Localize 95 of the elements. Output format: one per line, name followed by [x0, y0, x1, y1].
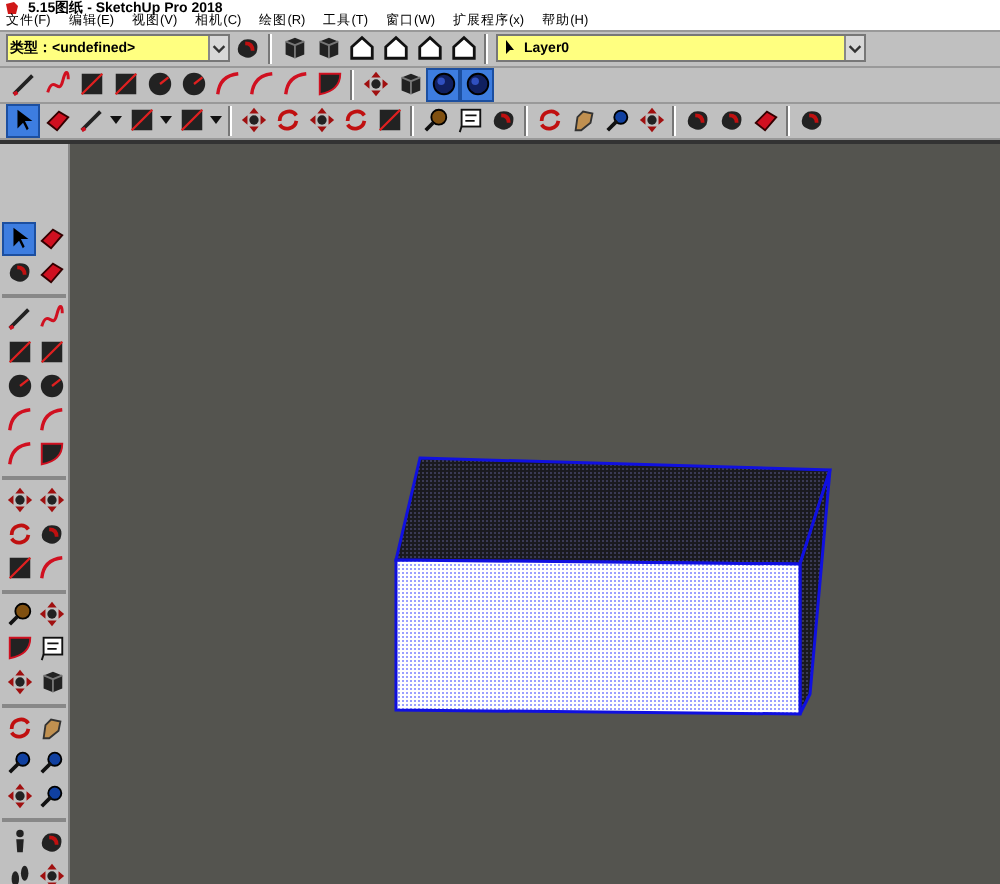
house-icon — [381, 34, 409, 62]
circular-arrows-icon — [5, 714, 33, 742]
caret-icon — [110, 116, 122, 124]
blob-icon — [683, 106, 711, 134]
blob-icon — [717, 106, 745, 134]
circle-icon — [145, 70, 173, 98]
tool-button[interactable] — [344, 31, 378, 65]
tool-button[interactable] — [2, 665, 36, 699]
caret-icon — [160, 116, 172, 124]
eraser-icon — [751, 106, 779, 134]
tool-button[interactable] — [446, 31, 480, 65]
tool-button[interactable] — [378, 31, 412, 65]
magnifier-icon — [603, 106, 631, 134]
eraser-icon — [37, 258, 65, 286]
tool-button[interactable] — [304, 103, 338, 137]
four-arrows-icon — [361, 70, 389, 98]
four-arrows-icon — [307, 106, 335, 134]
tool-button[interactable] — [34, 483, 68, 517]
eraser-icon — [37, 224, 65, 252]
arc-icon — [37, 554, 65, 582]
four-arrows-icon — [5, 782, 33, 810]
tool-button[interactable] — [236, 103, 270, 137]
tape-measure-icon — [5, 600, 33, 628]
hand-icon — [569, 106, 597, 134]
arc-icon — [5, 406, 33, 434]
circle-icon — [179, 70, 207, 98]
four-arrows-icon — [37, 862, 65, 884]
rectangle-icon — [111, 70, 139, 98]
pie-icon — [5, 634, 33, 662]
tool-button[interactable] — [34, 597, 68, 631]
circular-arrows-icon — [535, 106, 563, 134]
blob-icon — [37, 828, 65, 856]
four-arrows-icon — [239, 106, 267, 134]
house-icon — [347, 34, 375, 62]
pencil-icon — [77, 106, 105, 134]
four-arrows-icon — [5, 486, 33, 514]
label-icon — [455, 106, 483, 134]
tool-button[interactable] — [2, 221, 36, 255]
tool-button[interactable] — [426, 67, 460, 101]
magnifier-icon — [5, 748, 33, 776]
pencil-icon — [9, 70, 37, 98]
circle-icon — [5, 372, 33, 400]
magnifier-icon — [37, 748, 65, 776]
tool-button[interactable] — [412, 31, 446, 65]
blob-icon — [5, 258, 33, 286]
sphere-icon — [429, 70, 457, 98]
pie-icon — [315, 70, 343, 98]
pencil-icon — [5, 304, 33, 332]
caret-icon — [210, 116, 222, 124]
tool-button[interactable] — [460, 67, 494, 101]
house-icon — [415, 34, 443, 62]
rectangle-icon — [5, 338, 33, 366]
rectangle-icon — [375, 106, 403, 134]
tool-button[interactable] — [358, 67, 392, 101]
circular-arrows-icon — [5, 520, 33, 548]
tool-button[interactable] — [34, 859, 68, 884]
tool-button[interactable] — [2, 779, 36, 813]
rectangle-icon — [127, 106, 155, 134]
rectangle-icon — [77, 70, 105, 98]
arc-icon — [213, 70, 241, 98]
four-arrows-icon — [5, 668, 33, 696]
label-icon — [37, 634, 65, 662]
chevron-down-icon — [208, 36, 228, 60]
tool-button[interactable] — [2, 483, 36, 517]
rectangle-icon — [177, 106, 205, 134]
eraser-icon — [43, 106, 71, 134]
circular-arrows-icon — [273, 106, 301, 134]
arc-icon — [37, 406, 65, 434]
four-arrows-icon — [37, 486, 65, 514]
rectangle-icon — [5, 554, 33, 582]
four-arrows-icon — [637, 106, 665, 134]
tool-button[interactable] — [634, 103, 668, 137]
magnifier-icon — [37, 782, 65, 810]
tape-measure-icon — [421, 106, 449, 134]
squiggle-icon — [37, 304, 65, 332]
chevron-down-icon — [844, 36, 864, 60]
blob-icon — [37, 520, 65, 548]
house-icon — [449, 34, 477, 62]
pie-icon — [37, 440, 65, 468]
arc-icon — [247, 70, 275, 98]
arrow-pointer-icon — [504, 40, 516, 56]
sphere-icon — [463, 70, 491, 98]
blob-icon — [489, 106, 517, 134]
circular-arrows-icon — [341, 106, 369, 134]
arc-icon — [5, 440, 33, 468]
hand-icon — [37, 714, 65, 742]
squiggle-icon — [43, 70, 71, 98]
arc-icon — [281, 70, 309, 98]
circle-icon — [37, 372, 65, 400]
four-arrows-icon — [37, 600, 65, 628]
rectangle-icon — [37, 338, 65, 366]
blob-icon — [233, 34, 261, 62]
blob-icon — [797, 106, 825, 134]
tool-button[interactable] — [6, 103, 40, 137]
model-viewport[interactable] — [70, 143, 1000, 884]
